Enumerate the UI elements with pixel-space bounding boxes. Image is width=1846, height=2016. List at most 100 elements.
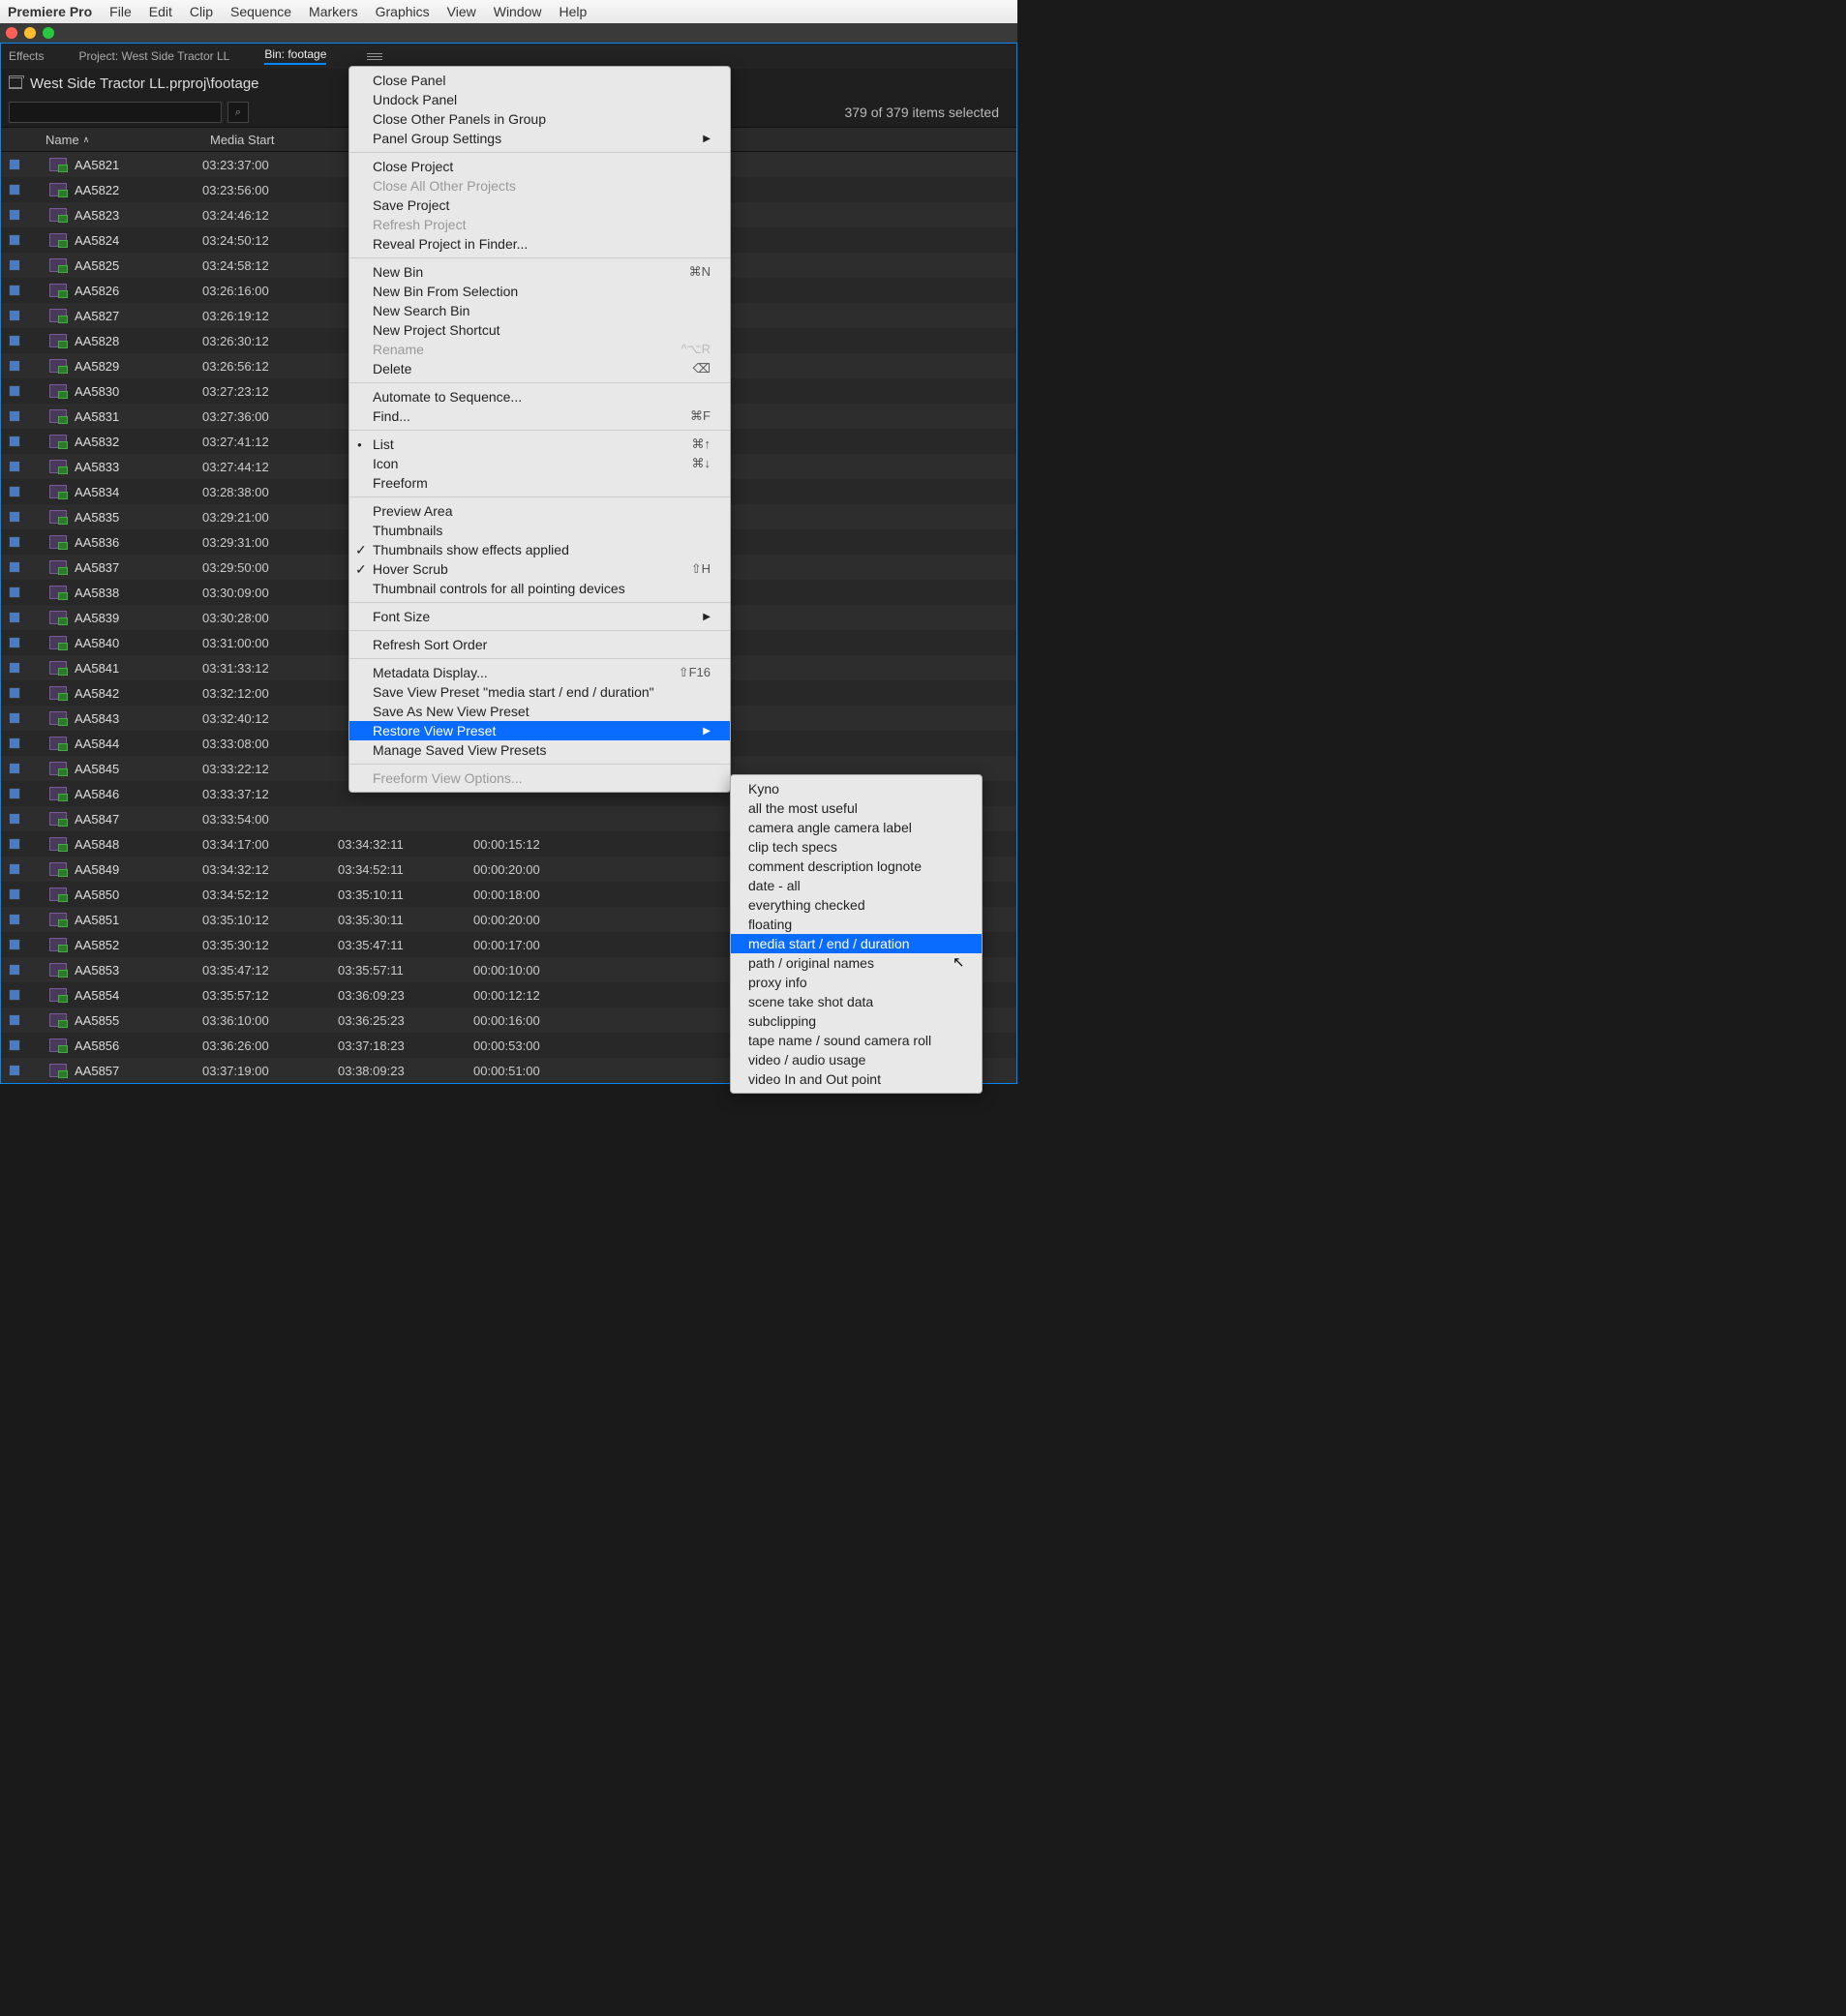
row-checkbox[interactable] — [9, 863, 20, 875]
row-checkbox[interactable] — [9, 687, 20, 699]
menu-item[interactable]: New Search Bin — [349, 301, 730, 320]
submenu-item[interactable]: Kyno — [731, 779, 982, 798]
window-minimize-button[interactable] — [24, 27, 36, 39]
row-checkbox[interactable] — [9, 385, 20, 397]
row-checkbox[interactable] — [9, 587, 20, 598]
submenu-item[interactable]: path / original names — [731, 953, 982, 973]
row-checkbox[interactable] — [9, 964, 20, 976]
menu-item[interactable]: Save View Preset "media start / end / du… — [349, 682, 730, 702]
window-close-button[interactable] — [6, 27, 17, 39]
row-checkbox[interactable] — [9, 939, 20, 950]
row-checkbox[interactable] — [9, 234, 20, 246]
menu-item[interactable]: Panel Group Settings▶ — [349, 129, 730, 148]
menu-item[interactable]: Save As New View Preset — [349, 702, 730, 721]
menu-item[interactable]: Refresh Sort Order — [349, 635, 730, 654]
menu-markers[interactable]: Markers — [309, 4, 358, 19]
submenu-item[interactable]: all the most useful — [731, 798, 982, 818]
row-checkbox[interactable] — [9, 737, 20, 749]
row-checkbox[interactable] — [9, 159, 20, 170]
row-checkbox[interactable] — [9, 285, 20, 296]
row-checkbox[interactable] — [9, 410, 20, 422]
menu-item[interactable]: Thumbnails — [349, 521, 730, 540]
menu-help[interactable]: Help — [560, 4, 588, 19]
row-checkbox[interactable] — [9, 461, 20, 472]
row-checkbox[interactable] — [9, 637, 20, 648]
row-checkbox[interactable] — [9, 612, 20, 623]
menu-item[interactable]: Automate to Sequence... — [349, 387, 730, 406]
menu-view[interactable]: View — [447, 4, 476, 19]
column-header-name[interactable]: Name ∧ — [45, 133, 210, 147]
menu-item[interactable]: Close Project — [349, 157, 730, 176]
tab-effects[interactable]: Effects — [9, 49, 44, 63]
submenu-item[interactable]: proxy info — [731, 973, 982, 992]
row-checkbox[interactable] — [9, 914, 20, 925]
menu-item[interactable]: Reveal Project in Finder... — [349, 234, 730, 254]
menu-window[interactable]: Window — [494, 4, 542, 19]
submenu-item[interactable]: clip tech specs — [731, 837, 982, 857]
new-search-bin-button[interactable]: ⌕ — [227, 102, 249, 123]
row-checkbox[interactable] — [9, 310, 20, 321]
search-input[interactable] — [9, 102, 222, 123]
row-checkbox[interactable] — [9, 662, 20, 674]
bin-icon[interactable] — [9, 77, 22, 89]
menu-item[interactable]: ✓Hover Scrub⇧H — [349, 559, 730, 579]
column-header-media-start[interactable]: Media Start — [210, 133, 346, 147]
submenu-item[interactable]: tape name / sound camera roll — [731, 1031, 982, 1050]
menu-item[interactable]: ●List⌘↑ — [349, 435, 730, 454]
menu-sequence[interactable]: Sequence — [230, 4, 291, 19]
tab-project[interactable]: Project: West Side Tractor LL — [78, 49, 229, 63]
submenu-item[interactable]: everything checked — [731, 895, 982, 915]
row-checkbox[interactable] — [9, 1065, 20, 1076]
row-checkbox[interactable] — [9, 763, 20, 774]
submenu-item[interactable]: scene take shot data — [731, 992, 982, 1011]
row-checkbox[interactable] — [9, 184, 20, 196]
menu-item[interactable]: Restore View Preset▶ — [349, 721, 730, 740]
menu-item[interactable]: Delete⌫ — [349, 359, 730, 378]
row-checkbox[interactable] — [9, 511, 20, 523]
row-checkbox[interactable] — [9, 712, 20, 724]
row-checkbox[interactable] — [9, 335, 20, 346]
row-checkbox[interactable] — [9, 1039, 20, 1051]
row-checkbox[interactable] — [9, 788, 20, 799]
menu-item[interactable]: Freeform — [349, 473, 730, 493]
submenu-item[interactable]: video / audio usage — [731, 1050, 982, 1069]
menu-item[interactable]: New Bin⌘N — [349, 262, 730, 282]
menu-graphics[interactable]: Graphics — [376, 4, 430, 19]
window-zoom-button[interactable] — [43, 27, 54, 39]
submenu-item[interactable]: date - all — [731, 876, 982, 895]
row-checkbox[interactable] — [9, 536, 20, 548]
row-checkbox[interactable] — [9, 813, 20, 825]
row-checkbox[interactable] — [9, 360, 20, 372]
menu-item[interactable]: Close Other Panels in Group — [349, 109, 730, 129]
row-checkbox[interactable] — [9, 888, 20, 900]
menu-item[interactable]: Manage Saved View Presets — [349, 740, 730, 760]
menu-item[interactable]: Preview Area — [349, 501, 730, 521]
row-checkbox[interactable] — [9, 561, 20, 573]
menu-item[interactable]: New Bin From Selection — [349, 282, 730, 301]
submenu-item[interactable]: comment description lognote — [731, 857, 982, 876]
submenu-item[interactable]: camera angle camera label — [731, 818, 982, 837]
menu-item[interactable]: Font Size▶ — [349, 607, 730, 626]
menu-clip[interactable]: Clip — [190, 4, 213, 19]
submenu-item[interactable]: media start / end / duration — [731, 934, 982, 953]
panel-menu-icon[interactable] — [367, 53, 382, 60]
row-checkbox[interactable] — [9, 989, 20, 1001]
tab-bin-footage[interactable]: Bin: footage — [264, 47, 326, 65]
menu-item[interactable]: New Project Shortcut — [349, 320, 730, 340]
submenu-item[interactable]: video In and Out point — [731, 1069, 982, 1089]
menu-item[interactable]: Close Panel — [349, 71, 730, 90]
menu-item[interactable]: Find...⌘F — [349, 406, 730, 426]
submenu-item[interactable]: floating — [731, 915, 982, 934]
menu-item[interactable]: Icon⌘↓ — [349, 454, 730, 473]
row-checkbox[interactable] — [9, 838, 20, 850]
row-checkbox[interactable] — [9, 209, 20, 221]
row-checkbox[interactable] — [9, 1014, 20, 1026]
row-checkbox[interactable] — [9, 486, 20, 497]
menu-item[interactable]: Undock Panel — [349, 90, 730, 109]
row-checkbox[interactable] — [9, 259, 20, 271]
menu-file[interactable]: File — [109, 4, 132, 19]
menu-item[interactable]: Save Project — [349, 196, 730, 215]
menu-item[interactable]: Metadata Display...⇧F16 — [349, 663, 730, 682]
submenu-item[interactable]: subclipping — [731, 1011, 982, 1031]
row-checkbox[interactable] — [9, 436, 20, 447]
